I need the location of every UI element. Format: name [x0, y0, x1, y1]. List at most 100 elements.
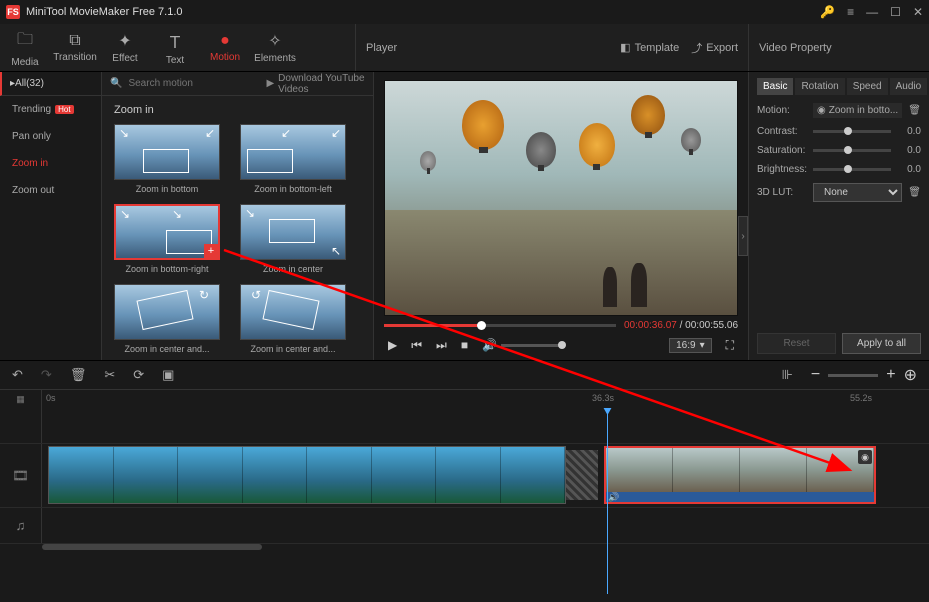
- tab-basic[interactable]: Basic: [757, 78, 793, 95]
- zoom-in-icon[interactable]: +: [886, 366, 895, 384]
- undo-icon[interactable]: ↶: [12, 367, 23, 383]
- property-header: Video Property: [749, 24, 929, 71]
- ruler-mark: 36.3s: [592, 393, 614, 403]
- tab-media[interactable]: 🗀Media: [0, 24, 50, 71]
- category-sidebar: ▸ All(32) TrendingHot Pan only Zoom in Z…: [0, 72, 102, 360]
- brightness-slider[interactable]: [813, 168, 891, 171]
- motion-thumb[interactable]: ↺Zoom in center and...: [240, 284, 346, 354]
- volume-icon: 🔊: [482, 338, 497, 352]
- add-motion-icon[interactable]: +: [204, 244, 218, 258]
- main-toolbar: 🗀Media ⧉ Transition ✦ Effect ＴText ●Motion…: [0, 24, 929, 72]
- zoom-out-icon[interactable]: −: [811, 366, 820, 384]
- scrub-bar[interactable]: 00:00:36.07 / 00:00:55.06: [384, 316, 738, 334]
- delete-motion-icon[interactable]: 🗑: [908, 105, 921, 116]
- motion-thumb[interactable]: ↘↙Zoom in bottom: [114, 124, 220, 194]
- transition-icon: ⧉: [69, 32, 80, 50]
- tab-motion[interactable]: ●Motion: [200, 24, 250, 71]
- scrub-handle[interactable]: [477, 321, 486, 330]
- minimize-icon[interactable]: —: [866, 5, 878, 19]
- crop-icon[interactable]: ▣: [162, 367, 174, 383]
- tab-transition-label: Transition: [53, 52, 97, 63]
- expand-panel-icon[interactable]: ›: [738, 216, 748, 256]
- video-clip-2-selected[interactable]: 🔊 ◉: [604, 446, 876, 504]
- audio-track-row: ♫: [0, 508, 929, 544]
- menu-icon[interactable]: ≡: [847, 5, 854, 19]
- redo-icon[interactable]: ↷: [41, 367, 52, 383]
- tab-transition[interactable]: ⧉ Transition: [50, 24, 100, 71]
- effect-icon: ✦: [118, 31, 131, 51]
- timeline[interactable]: 🎞 🔊 ◉ ⇄ ♫: [0, 408, 929, 594]
- motion-icon: ●: [220, 32, 230, 50]
- motion-thumb-selected[interactable]: ↘↘+Zoom in bottom-right: [114, 204, 220, 274]
- video-track[interactable]: 🔊 ◉ ⇄: [42, 444, 929, 507]
- tab-speed[interactable]: Speed: [847, 78, 888, 95]
- timeline-ruler[interactable]: ▦ 0s 36.3s 55.2s: [0, 390, 929, 408]
- search-input[interactable]: [128, 78, 260, 89]
- maximize-icon[interactable]: ☐: [890, 5, 901, 19]
- cat-pan-only[interactable]: Pan only: [0, 123, 101, 150]
- key-icon[interactable]: 🔑: [820, 5, 835, 19]
- timeline-scrollbar[interactable]: [0, 544, 929, 552]
- video-track-row: 🎞 🔊 ◉ ⇄: [0, 444, 929, 508]
- saturation-label: Saturation:: [757, 145, 807, 156]
- delete-icon[interactable]: 🗑: [70, 367, 87, 383]
- split-icon[interactable]: ✂: [104, 367, 115, 383]
- audio-track-icon[interactable]: ♫: [0, 508, 42, 543]
- stop-icon[interactable]: ■: [461, 338, 468, 352]
- saturation-slider[interactable]: [813, 149, 891, 152]
- saturation-value: 0.0: [897, 145, 921, 156]
- export-button[interactable]: ⤴Export: [691, 40, 738, 56]
- motion-label: Motion:: [757, 105, 807, 116]
- ruler-head-icon[interactable]: ▦: [0, 390, 42, 408]
- tab-elements[interactable]: ✧Elements: [250, 24, 300, 71]
- tab-audio[interactable]: Audio: [890, 78, 928, 95]
- chevron-down-icon: ▾: [700, 340, 705, 351]
- prev-frame-icon[interactable]: ⏮: [411, 338, 422, 353]
- volume-slider[interactable]: 🔊: [482, 338, 562, 352]
- tab-rotation[interactable]: Rotation: [795, 78, 844, 95]
- player-label: Player: [366, 42, 397, 54]
- search-icon: 🔍: [110, 78, 122, 89]
- youtube-icon: ▶: [266, 78, 274, 89]
- contrast-slider[interactable]: [813, 130, 891, 133]
- transition-block[interactable]: [566, 450, 598, 500]
- reset-button[interactable]: Reset: [757, 333, 836, 354]
- motion-thumb[interactable]: ↙↙Zoom in bottom-left: [240, 124, 346, 194]
- clip-audio-icon: 🔊: [608, 492, 619, 503]
- video-property-panel: Basic Rotation Speed Audio Motion: ◉Zoom…: [749, 72, 929, 360]
- audio-track[interactable]: [42, 508, 929, 543]
- speed-icon[interactable]: ⟳: [133, 367, 144, 383]
- play-icon[interactable]: ▶: [388, 338, 397, 352]
- hot-badge: Hot: [55, 105, 73, 114]
- playhead[interactable]: [607, 408, 608, 594]
- video-preview[interactable]: [384, 80, 738, 316]
- tab-effect[interactable]: ✦ Effect: [100, 24, 150, 71]
- audio-sync-icon[interactable]: ⊪: [782, 367, 793, 383]
- cat-trending[interactable]: TrendingHot: [0, 96, 101, 123]
- template-icon: ◧: [620, 41, 630, 54]
- download-youtube-button[interactable]: ▶Download YouTube Videos: [266, 73, 365, 95]
- lut-select[interactable]: None: [813, 183, 902, 202]
- video-clip-1[interactable]: [48, 446, 566, 504]
- tab-text[interactable]: ＴText: [150, 24, 200, 71]
- motion-value: ◉Zoom in botto...: [813, 103, 902, 118]
- brightness-label: Brightness:: [757, 164, 807, 175]
- cat-zoom-out[interactable]: Zoom out: [0, 177, 101, 204]
- aspect-ratio-select[interactable]: 16:9▾: [669, 338, 712, 353]
- cat-zoom-in[interactable]: Zoom in: [0, 150, 101, 177]
- close-icon[interactable]: ✕: [913, 5, 923, 19]
- motion-thumb[interactable]: ↻Zoom in center and...: [114, 284, 220, 354]
- motion-thumb[interactable]: ↘↖Zoom in center: [240, 204, 346, 274]
- tab-media-label: Media: [11, 57, 38, 68]
- delete-lut-icon[interactable]: 🗑: [908, 187, 921, 198]
- fullscreen-icon[interactable]: ⛶: [726, 338, 734, 353]
- tab-effect-label: Effect: [112, 53, 137, 64]
- next-frame-icon[interactable]: ⏭: [436, 338, 447, 353]
- template-button[interactable]: ◧Template: [620, 40, 679, 56]
- zoom-fit-icon[interactable]: ⊕: [904, 365, 917, 385]
- apply-all-button[interactable]: Apply to all: [842, 333, 921, 354]
- clip-motion-badge-icon: ◉: [858, 450, 872, 464]
- timeline-zoom[interactable]: − + ⊕: [811, 365, 917, 385]
- filter-all[interactable]: ▸ All(32): [0, 72, 101, 96]
- video-track-icon[interactable]: 🎞: [0, 444, 42, 507]
